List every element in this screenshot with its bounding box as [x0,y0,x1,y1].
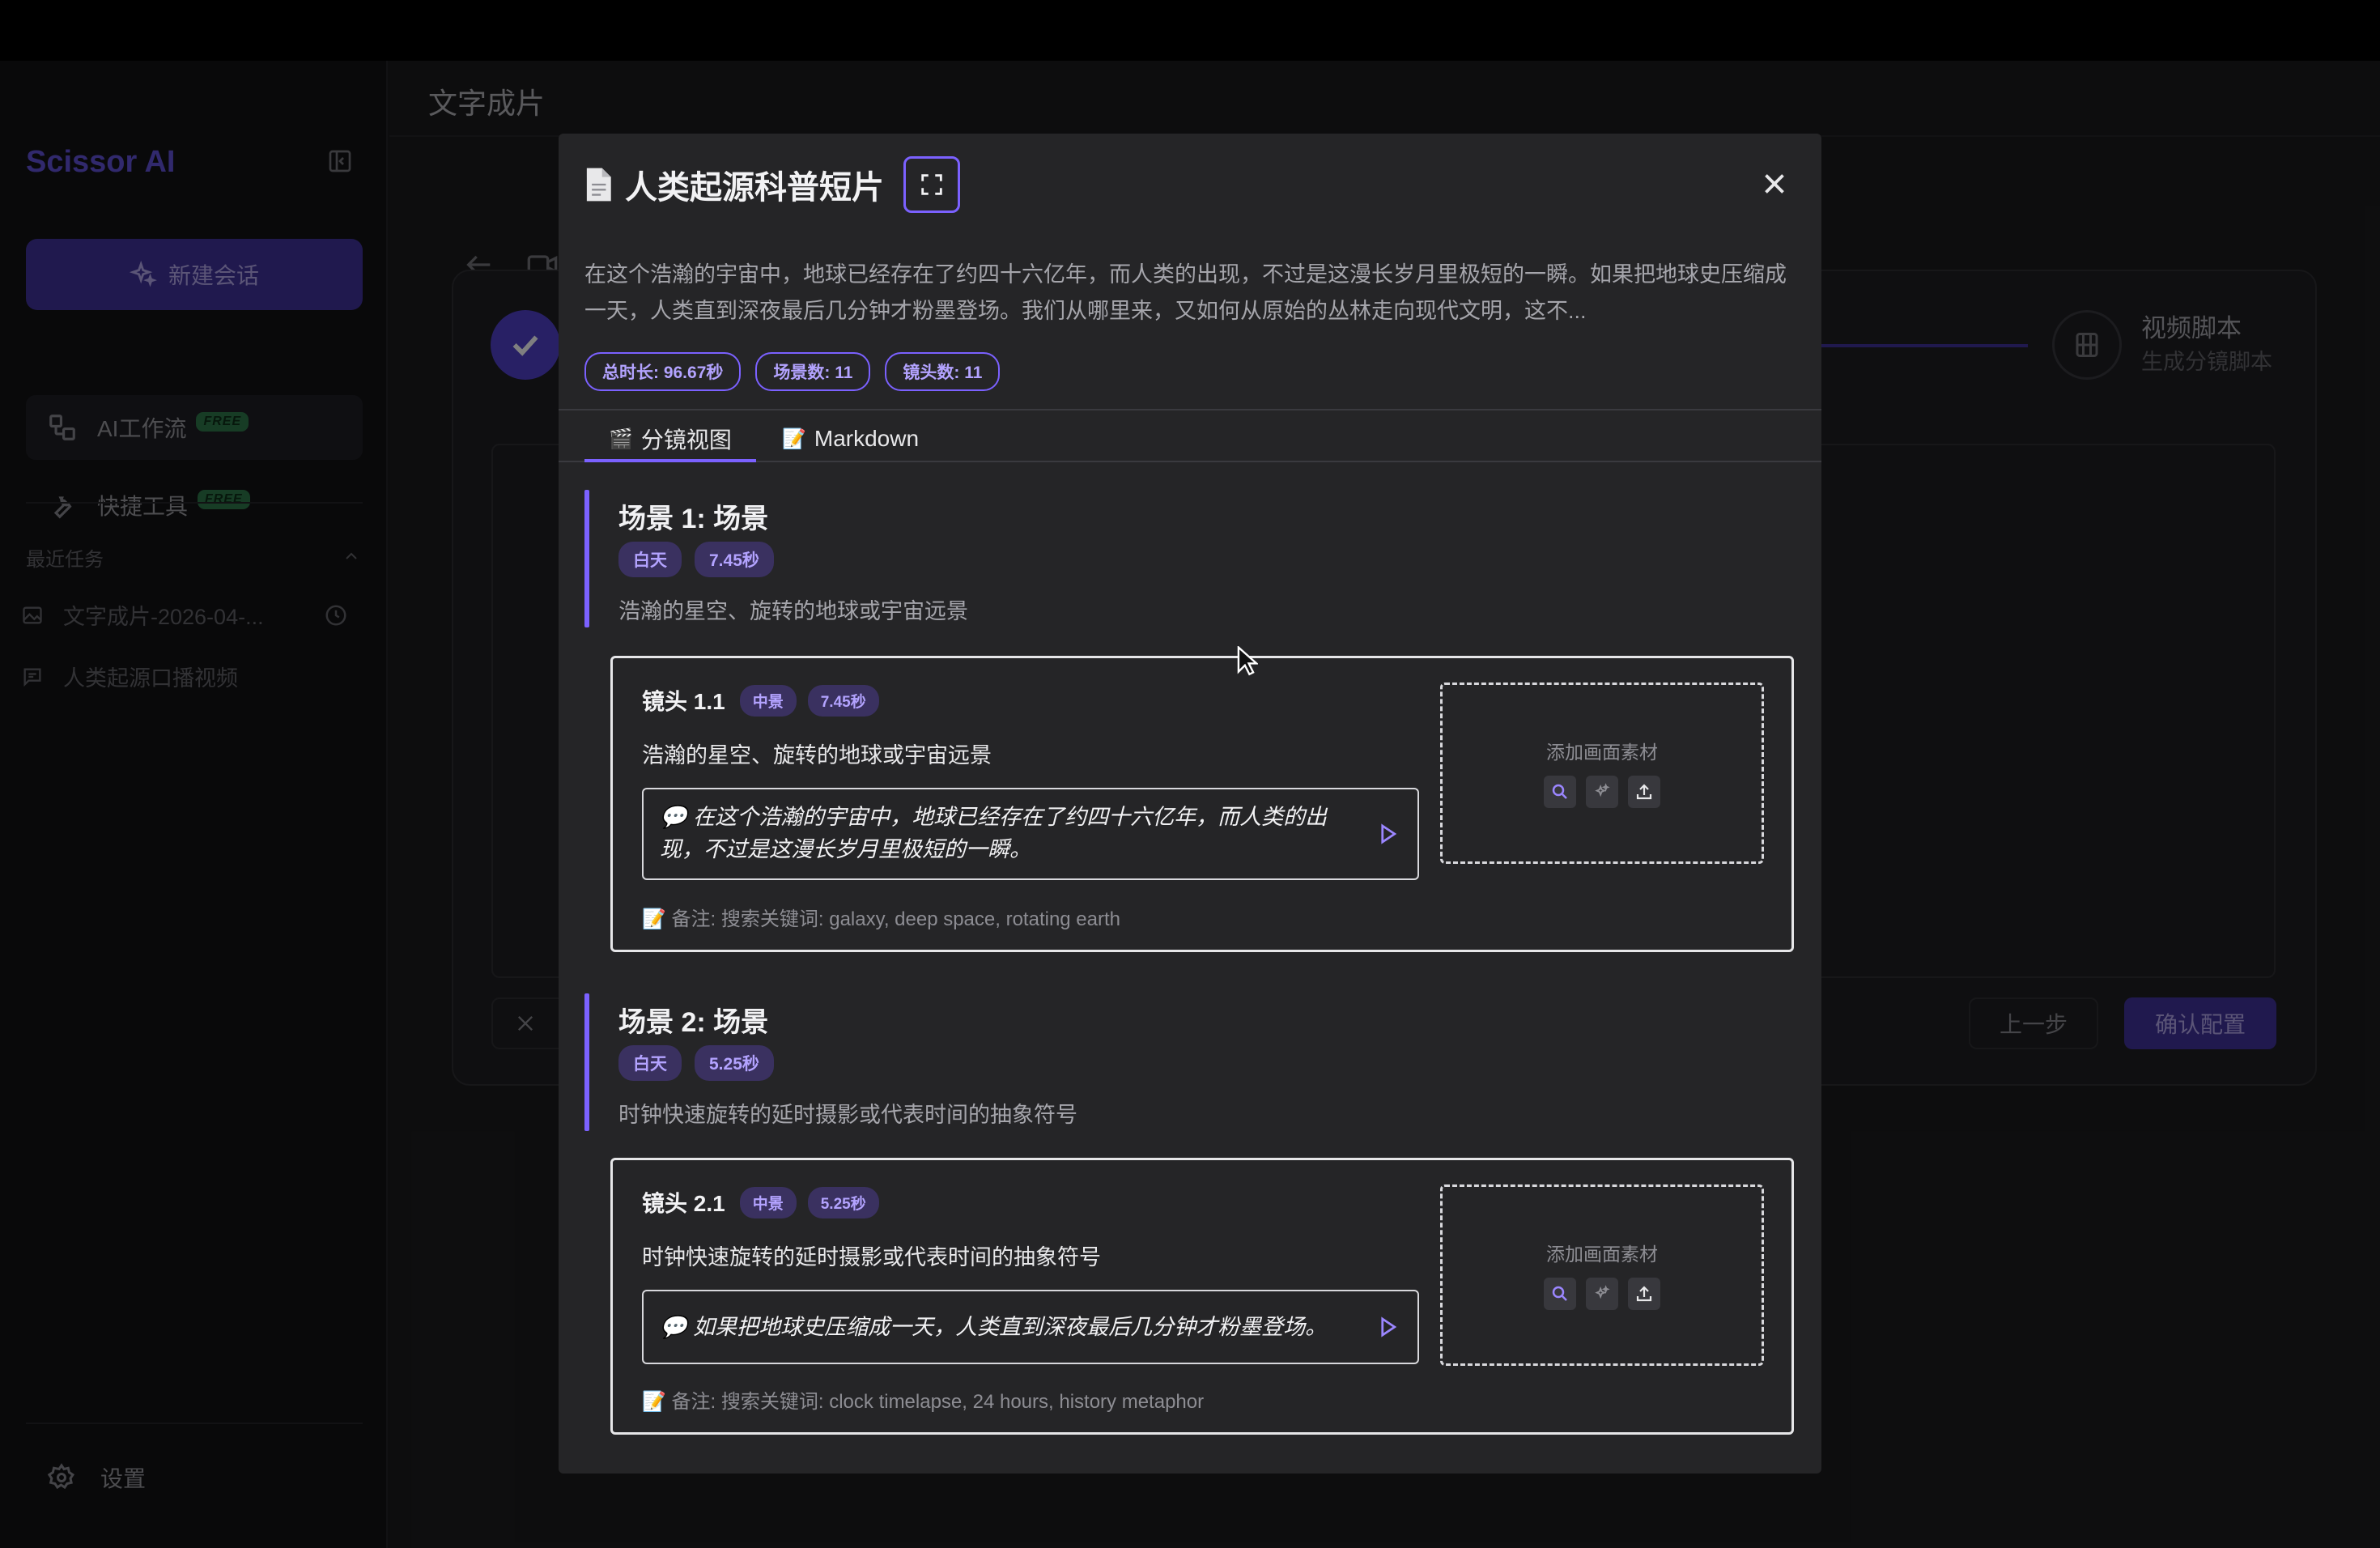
shot-type-tag: 中景 [739,1186,797,1218]
shot-description: 浩瀚的星空、旋转的地球或宇宙远景 [642,743,992,768]
close-icon[interactable] [1760,169,1789,198]
asset-actions [1443,1278,1762,1310]
memo-icon: 📝 [782,427,806,450]
scene-title: 场景 1: 场景 [618,504,769,534]
modal-title: 人类起源科普短片 [625,170,884,206]
shot-header: 镜头 1.1 中景 7.45秒 [642,684,879,717]
scene-count-badge: 场景数: 11 [755,352,871,391]
shot-card: 镜头 2.1 中景 5.25秒 时钟快速旋转的延时摄影或代表时间的抽象符号 💬 … [610,1158,1794,1435]
add-asset-dropzone[interactable]: 添加画面素材 [1440,1184,1764,1366]
time-of-day-tag: 白天 [618,1045,682,1081]
expand-icon [921,174,942,195]
shot-label: 镜头 2.1 [642,1191,725,1216]
shot-header: 镜头 2.1 中景 5.25秒 [642,1186,879,1218]
narration-text: 💬 在这个浩瀚的宇宙中，地球已经存在了约四十六亿年，而人类的出现，不过是这漫长岁… [660,805,1328,861]
add-asset-label: 添加画面素材 [1546,742,1658,763]
shot-label: 镜头 1.1 [642,689,725,714]
tab-label: 分镜视图 [640,427,732,453]
scene-tags: 白天 7.45秒 [618,542,774,577]
stats-row: 总时长: 96.67秒 场景数: 11 镜头数: 11 [584,352,1001,391]
clapperboard-icon: 🎬 [609,427,633,450]
total-duration-badge: 总时长: 96.67秒 [584,352,742,391]
scene-title: 场景 2: 场景 [618,1007,769,1038]
shot-note: 📝 备注: 搜索关键词: clock timelapse, 24 hours, … [642,1391,1205,1413]
scene-accent-bar [584,993,589,1131]
narration-box: 💬 在这个浩瀚的宇宙中，地球已经存在了约四十六亿年，而人类的出现，不过是这漫长岁… [642,788,1419,880]
play-icon[interactable] [1375,822,1400,846]
script-modal: 人类起源科普短片 在这个浩瀚的宇宙中，地球已经存在了约四十六亿年，而人类的出现，… [559,134,1821,1474]
add-asset-dropzone[interactable]: 添加画面素材 [1440,683,1764,864]
modal-header: 人类起源科普短片 [583,156,960,213]
ai-generate-icon[interactable] [1586,1278,1618,1310]
search-icon[interactable] [1544,776,1576,808]
narration-box: 💬 如果把地球史压缩成一天，人类直到深夜最后几分钟才粉墨登场。 [642,1290,1419,1364]
mouse-cursor-icon [1237,646,1258,677]
shot-note: 📝 备注: 搜索关键词: galaxy, deep space, rotatin… [642,908,1121,930]
upload-icon[interactable] [1628,1278,1660,1310]
scene-description: 浩瀚的星空、旋转的地球或宇宙远景 [618,599,968,623]
play-icon[interactable] [1375,1315,1400,1339]
view-tabs: 🎬 分镜视图 📝 Markdown [559,409,1821,462]
add-asset-label: 添加画面素材 [1546,1244,1658,1265]
tab-markdown[interactable]: 📝 Markdown [782,417,919,461]
scene-accent-bar [584,490,589,627]
tab-storyboard[interactable]: 🎬 分镜视图 [609,417,732,461]
shot-duration-tag: 5.25秒 [807,1186,879,1218]
fullscreen-button[interactable] [903,156,960,213]
tab-label: Markdown [814,426,920,451]
active-tab-indicator [584,459,756,462]
ai-generate-icon[interactable] [1586,776,1618,808]
shot-count-badge: 镜头数: 11 [885,352,1001,391]
asset-actions [1443,776,1762,808]
shot-type-tag: 中景 [739,684,797,717]
narration-text: 💬 如果把地球史压缩成一天，人类直到深夜最后几分钟才粉墨登场。 [660,1315,1328,1339]
shot-card: 镜头 1.1 中景 7.45秒 浩瀚的星空、旋转的地球或宇宙远景 💬 在这个浩瀚… [610,656,1794,952]
shot-duration-tag: 7.45秒 [807,684,879,717]
duration-tag: 7.45秒 [695,542,774,577]
search-icon[interactable] [1544,1278,1576,1310]
upload-icon[interactable] [1628,776,1660,808]
duration-tag: 5.25秒 [695,1045,774,1081]
time-of-day-tag: 白天 [618,542,682,577]
script-summary: 在这个浩瀚的宇宙中，地球已经存在了约四十六亿年，而人类的出现，不过是这漫长岁月里… [584,262,1787,323]
top-bar [0,0,2380,61]
document-icon [583,167,614,202]
shot-description: 时钟快速旋转的延时摄影或代表时间的抽象符号 [642,1245,1101,1269]
scene-description: 时钟快速旋转的延时摄影或代表时间的抽象符号 [618,1103,1077,1127]
scene-tags: 白天 5.25秒 [618,1045,774,1081]
